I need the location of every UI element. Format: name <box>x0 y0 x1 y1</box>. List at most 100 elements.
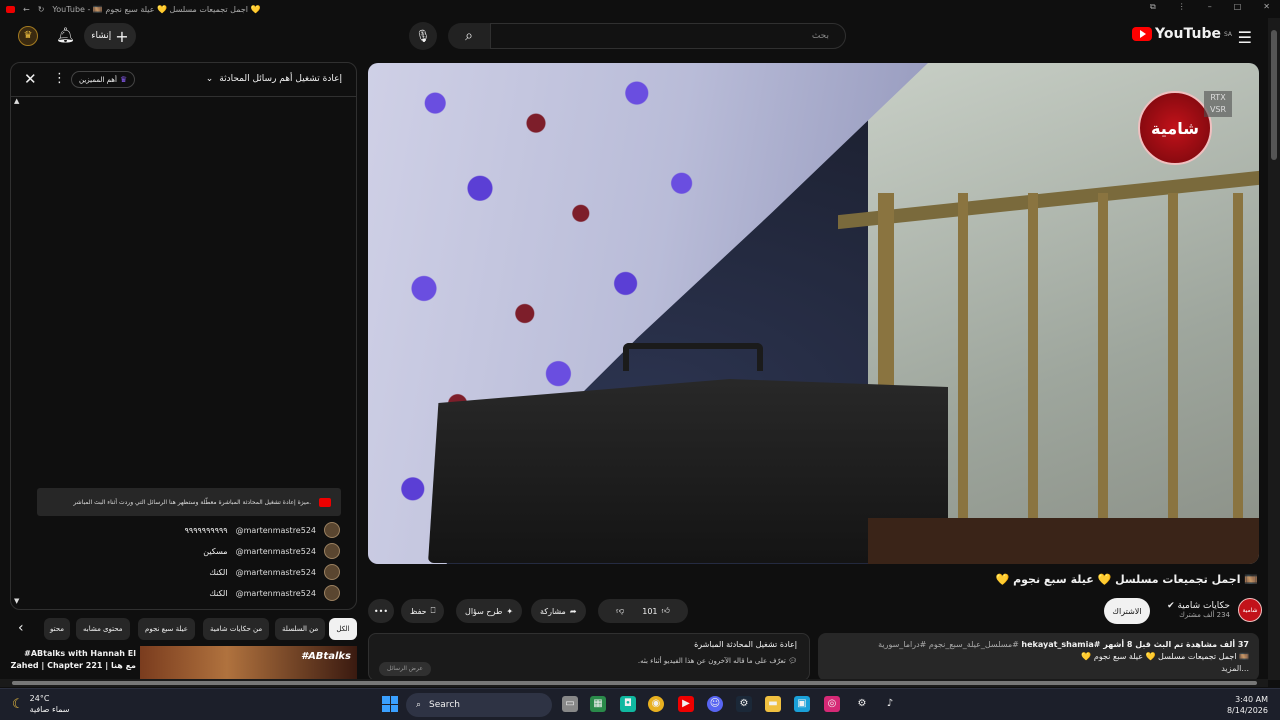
rtx-vsr-badge: RTX VSR <box>1204 91 1232 117</box>
horizontal-scrollbar[interactable] <box>0 679 1268 687</box>
settings-icon[interactable]: ⚙ <box>854 696 870 712</box>
chip-all[interactable]: الكل <box>329 618 357 640</box>
tab-title: YouTube - 🎞️ اجمل تجميعات مسلسل 💛 عيلة س… <box>52 4 261 14</box>
app2-icon[interactable]: ▣ <box>794 696 810 712</box>
notifications-bell-icon[interactable]: 🔔︎ <box>56 26 75 44</box>
youtube-favicon-icon <box>6 5 15 13</box>
maximize-icon[interactable]: □ <box>1234 2 1242 12</box>
crown-icon: ♛ <box>119 75 128 84</box>
reload-icon[interactable]: ↻ <box>38 5 45 14</box>
close-window-icon[interactable]: ✕ <box>1263 2 1270 12</box>
more-actions-button[interactable]: ••• <box>368 599 394 623</box>
recommended-video[interactable]: #ABtalks with Hannah El Zahed | Chapter … <box>10 646 357 680</box>
chat-message: الكنك @martenmastre524 <box>209 563 340 581</box>
avatar[interactable] <box>324 585 340 601</box>
chat-replay-panel: ✕ ⋮ أهم المميزين ♛ ⌄ إعادة تشغيل أهم رسا… <box>10 62 357 610</box>
top-fans-badge[interactable]: أهم المميزين ♛ <box>71 71 136 88</box>
minimize-icon[interactable]: – <box>1208 2 1212 12</box>
chip-channel[interactable]: من حكايات شامية <box>203 618 270 640</box>
weather-widget[interactable]: ☾ 24°C سماء صافية <box>12 693 69 715</box>
voice-search-button[interactable]: 🎙︎ <box>409 22 437 50</box>
vertical-scrollbar-thumb[interactable] <box>1271 30 1277 160</box>
avatar[interactable] <box>324 543 340 559</box>
verified-check-icon: ✔ <box>1167 601 1175 611</box>
close-icon[interactable]: ✕ <box>24 70 37 88</box>
search-icon: ⌕ <box>465 28 473 44</box>
search-input[interactable]: بحث <box>490 23 846 49</box>
bookmark-icon: ⎕ <box>430 606 436 615</box>
show-more-link[interactable]: ...المزيد <box>828 663 1249 675</box>
moon-icon: ☾ <box>12 696 24 712</box>
video-description[interactable]: 37 ألف مشاهدة تم البث قبل 8 أشهر #hekaya… <box>818 633 1259 681</box>
browser-titlebar: ← ↻ YouTube - 🎞️ اجمل تجميعات مسلسل 💛 عي… <box>0 0 1280 18</box>
sparkle-icon: ✦ <box>506 606 514 616</box>
windows-start-icon[interactable] <box>382 696 398 712</box>
search-icon: ⌕ <box>416 700 422 710</box>
extensions-icon[interactable]: ⧉ <box>1150 2 1156 12</box>
file-manager-icon[interactable]: ▭ <box>562 696 578 712</box>
channel-avatar[interactable]: شامية <box>1238 598 1262 622</box>
instagram-icon[interactable]: ◎ <box>824 696 840 712</box>
like-icon[interactable]: 👍︎ <box>662 606 670 616</box>
channel-watermark-logo: شامية <box>1138 91 1212 165</box>
show-chat-replay-button[interactable]: عرض الرسائل <box>379 662 431 676</box>
chrome-icon[interactable]: ◉ <box>648 696 664 712</box>
microphone-icon: 🎙︎ <box>415 29 431 43</box>
subscriber-count: 234 ألف مشترك <box>1179 611 1230 619</box>
scroll-down-arrow-icon[interactable]: ▼ <box>14 597 19 605</box>
ask-button[interactable]: طرح سؤال ✦ <box>456 599 523 623</box>
app-icon[interactable]: ◘ <box>620 696 636 712</box>
avatar[interactable] <box>324 522 340 538</box>
system-clock[interactable]: 3:40 AM 8/14/2026 <box>1227 694 1268 716</box>
chip-similar-content[interactable]: محتوى مشابه <box>76 618 130 640</box>
chevron-left-icon[interactable]: ‹ <box>18 620 24 636</box>
replay-chat-card: إعادة تشغيل المحادثة المباشرة 💬︎ تعرّف ع… <box>368 633 810 681</box>
dislike-icon[interactable]: 👎︎ <box>616 606 624 616</box>
tiktok-icon[interactable]: ♪ <box>882 696 898 712</box>
like-dislike-group: 👎︎ 101 👍︎ <box>598 599 688 623</box>
youtube-icon <box>319 497 331 507</box>
avatar[interactable] <box>324 564 340 580</box>
steam-icon[interactable]: ⚙ <box>736 696 752 712</box>
chat-message: ٩٩٩٩٩٩٩٩٩٩ @martenmastre524 <box>185 521 340 539</box>
account-avatar[interactable]: ♛ <box>18 26 38 46</box>
youtube-logo[interactable]: YouTube SA <box>1132 26 1232 42</box>
video-title: 🎞️ اجمل تجميعات مسلسل 💛 عيلة سبع نجوم 💛 <box>995 573 1258 586</box>
taskbar-search[interactable]: ⌕ Search <box>406 693 552 717</box>
chat-bubble-icon: 💬︎ <box>788 657 797 665</box>
youtube-taskbar-icon[interactable]: ▶ <box>678 696 694 712</box>
chip-more-content[interactable]: محتو <box>44 618 70 640</box>
share-icon: ➦ <box>569 606 577 616</box>
chevron-down-icon: ⌄ <box>205 74 214 84</box>
recommended-video-thumbnail[interactable]: #ABtalks <box>140 646 357 680</box>
share-button[interactable]: مشاركة ➦ <box>531 599 586 623</box>
youtube-play-icon <box>1132 27 1153 41</box>
store-icon[interactable]: ▦ <box>590 696 606 712</box>
windows-taskbar: ☾ 24°C سماء صافية ⌕ Search ▭ ▦ ◘ ◉ ▶ ☺ ⚙… <box>0 688 1280 720</box>
more-vert-icon[interactable]: ⋮ <box>53 71 66 86</box>
scroll-up-arrow-icon[interactable]: ▲ <box>14 97 19 105</box>
back-icon[interactable]: ← <box>23 5 30 14</box>
chat-replay-notice: ميزة إعادة تشغيل المحادثة المباشرة معطّل… <box>37 488 341 516</box>
plus-icon: + <box>115 26 129 46</box>
discord-icon[interactable]: ☺ <box>707 696 723 712</box>
create-button[interactable]: إنشاء + <box>84 23 136 49</box>
youtube-header: ♛ 🔔︎ إنشاء + 🎙︎ ⌕ بحث YouTube SA ☰ <box>0 18 1280 56</box>
chip-from-series[interactable]: من السلسلة <box>275 618 326 640</box>
chat-mode-dropdown[interactable]: ⌄ إعادة تشغيل أهم رسائل المحادثة <box>206 74 342 84</box>
browser-menu-icon[interactable]: ⋮ <box>1178 2 1186 12</box>
video-player[interactable]: شامية RTX VSR <box>368 63 1259 564</box>
save-button[interactable]: حفظ ⎕ <box>401 599 445 623</box>
chat-message: الكنك @martenmastre524 <box>209 584 340 602</box>
channel-owner: شامية حكايات شامية ✔ 234 ألف مشترك <box>1167 596 1262 624</box>
horizontal-scrollbar-thumb[interactable] <box>12 681 1257 685</box>
recommendation-chips: ‹ محتو محتوى مشابه عيلة سبع نجوم من حكاي… <box>10 618 357 642</box>
folder-icon[interactable]: ▬ <box>765 696 781 712</box>
search-button[interactable]: ⌕ <box>448 23 490 49</box>
recommended-video-title[interactable]: #ABtalks with Hannah El Zahed | Chapter … <box>10 648 136 672</box>
subscribe-button[interactable]: الاشتراك <box>1104 598 1150 624</box>
channel-name[interactable]: حكايات شامية ✔ <box>1167 601 1230 611</box>
hamburger-menu-icon[interactable]: ☰ <box>1238 28 1252 47</box>
chip-series-name[interactable]: عيلة سبع نجوم <box>138 618 195 640</box>
vertical-scrollbar[interactable] <box>1268 18 1280 680</box>
